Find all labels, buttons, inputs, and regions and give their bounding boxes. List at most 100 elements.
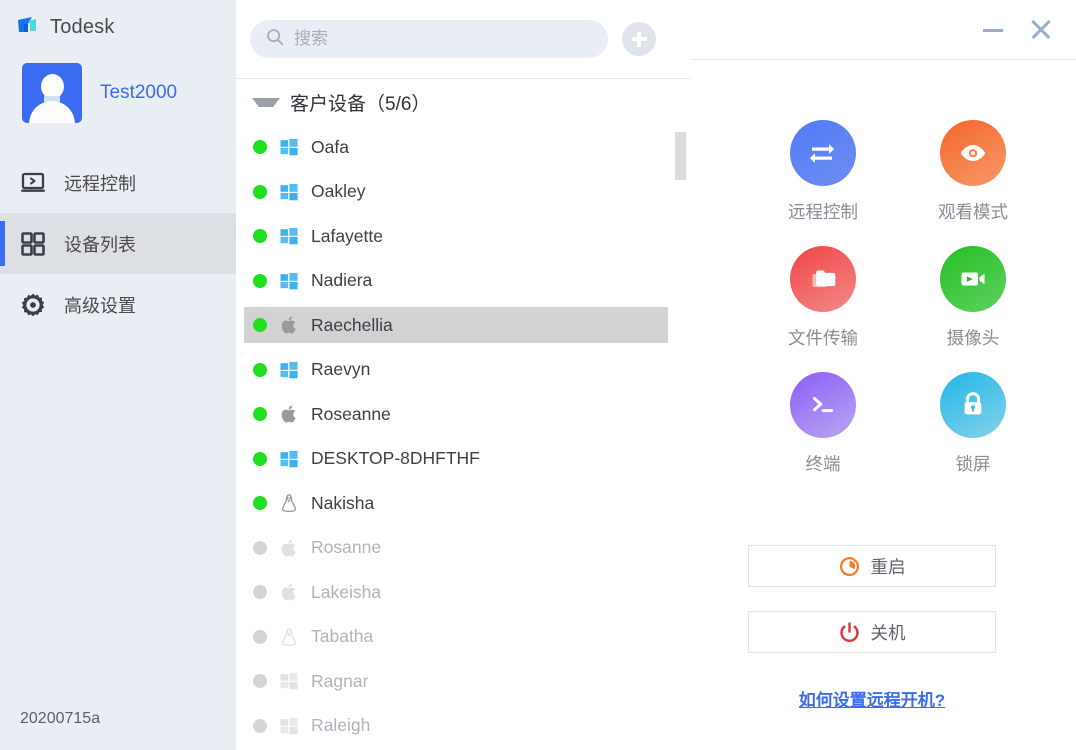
device-group-header[interactable]: 客户设备（5/6）	[236, 79, 690, 125]
status-dot-icon	[253, 674, 267, 688]
close-button[interactable]	[1028, 16, 1054, 42]
sidebar-item-advanced-settings[interactable]: 高级设置	[0, 274, 236, 335]
action-label: 远程控制	[788, 199, 858, 224]
device-list[interactable]: Oafa Oakley Lafayette Nadiera Raechellia Raev…	[236, 125, 690, 750]
sidebar-item-device-list[interactable]: 设备列表	[0, 213, 236, 274]
device-list-item[interactable]: Raleigh	[236, 704, 690, 749]
device-list-item[interactable]: DESKTOP-8DHFTHF	[236, 437, 690, 482]
terminal-icon	[790, 372, 856, 438]
profile[interactable]: Test2000	[22, 63, 177, 123]
device-list-item[interactable]: Rosanne	[236, 526, 690, 571]
device-name: Raechellia	[311, 315, 393, 336]
remote-wakeup-help-link[interactable]: 如何设置远程开机?	[748, 686, 996, 711]
action-terminal[interactable]: 终端	[748, 372, 898, 476]
action-label: 观看模式	[938, 199, 1008, 224]
device-list-item[interactable]: Oakley	[236, 170, 690, 215]
file-transfer-icon	[790, 246, 856, 312]
apple-icon	[279, 315, 299, 335]
status-dot-icon	[253, 585, 267, 599]
windows-icon	[279, 182, 299, 202]
device-name: Raleigh	[311, 715, 370, 736]
linux-icon	[279, 627, 299, 647]
avatar-body	[29, 101, 75, 123]
status-dot-icon	[253, 274, 267, 288]
search-box[interactable]	[250, 20, 608, 58]
todesk-logo-icon	[16, 15, 41, 40]
device-row-inner: Rosanne	[244, 530, 668, 566]
action-eye[interactable]: 观看模式	[898, 120, 1048, 224]
device-list-item[interactable]: Oafa	[236, 125, 690, 170]
apple-icon	[279, 538, 299, 558]
caret-down-icon[interactable]	[252, 98, 280, 107]
gear-icon	[20, 292, 46, 318]
device-row-inner: Oakley	[244, 174, 668, 210]
status-dot-icon	[253, 452, 267, 466]
sidebar-item-label: 高级设置	[64, 292, 136, 318]
device-row-inner: Raleigh	[244, 708, 668, 744]
shutdown-label: 关机	[871, 620, 906, 645]
device-name: Lakeisha	[311, 582, 381, 603]
action-panel: 远程控制 观看模式文件传输 摄像头终端锁屏 重启	[690, 0, 1076, 750]
camera-icon	[940, 246, 1006, 312]
action-file-transfer[interactable]: 文件传输	[748, 246, 898, 350]
windows-icon	[279, 271, 299, 291]
device-list-item[interactable]: Roseanne	[236, 392, 690, 437]
device-list-item[interactable]: Nadiera	[236, 259, 690, 304]
scrollbar-thumb[interactable]	[675, 132, 686, 180]
action-remote-control-arrows[interactable]: 远程控制	[748, 120, 898, 224]
action-label: 摄像头	[947, 325, 1000, 350]
search-input[interactable]	[292, 28, 586, 50]
lock-icon	[940, 372, 1006, 438]
device-list-item[interactable]: Lakeisha	[236, 570, 690, 615]
shutdown-button[interactable]: 关机	[748, 611, 996, 653]
device-row-inner: Nakisha	[244, 485, 668, 521]
device-name: Tabatha	[311, 626, 373, 647]
remote-control-icon	[20, 170, 46, 196]
device-list-item[interactable]: Tabatha	[236, 615, 690, 660]
device-list-scrollbar[interactable]	[675, 125, 686, 750]
minimize-button[interactable]	[980, 16, 1006, 42]
action-label: 文件传输	[788, 325, 858, 350]
status-dot-icon	[253, 496, 267, 510]
device-list-item[interactable]: Nakisha	[236, 481, 690, 526]
device-list-item[interactable]: Lafayette	[236, 214, 690, 259]
sidebar-item-remote-control[interactable]: 远程控制	[0, 152, 236, 213]
windows-icon	[279, 360, 299, 380]
apple-icon	[279, 404, 299, 424]
sidebar: Todesk Test2000 远程控制	[0, 0, 236, 750]
device-list-item[interactable]: Raevyn	[236, 348, 690, 393]
avatar	[22, 63, 82, 123]
device-list-item[interactable]: Raechellia	[236, 303, 690, 348]
brand: Todesk	[16, 10, 115, 44]
action-lock[interactable]: 锁屏	[898, 372, 1048, 476]
add-device-button[interactable]	[622, 22, 656, 56]
search-icon	[266, 28, 284, 51]
windows-icon	[279, 716, 299, 736]
device-row-inner: Oafa	[244, 129, 668, 165]
device-row-inner: Raevyn	[244, 352, 668, 388]
status-dot-icon	[253, 630, 267, 644]
username: Test2000	[100, 82, 177, 104]
device-name: Lafayette	[311, 226, 383, 247]
device-list-item[interactable]: Ragnar	[236, 659, 690, 704]
action-label: 锁屏	[956, 451, 991, 476]
device-row-inner: Nadiera	[244, 263, 668, 299]
status-dot-icon	[253, 185, 267, 199]
device-name: Nakisha	[311, 493, 374, 514]
linux-icon	[279, 493, 299, 513]
power-buttons: 重启 关机	[748, 545, 996, 677]
reboot-button[interactable]: 重启	[748, 545, 996, 587]
device-name: Oakley	[311, 181, 365, 202]
todesk-window: Todesk Test2000 远程控制	[0, 0, 1076, 750]
apple-icon	[279, 582, 299, 602]
device-name: Nadiera	[311, 270, 372, 291]
windows-icon	[279, 137, 299, 157]
device-name: DESKTOP-8DHFTHF	[311, 448, 480, 469]
device-name: Raevyn	[311, 359, 370, 380]
device-row-inner: Roseanne	[244, 396, 668, 432]
device-group-title: 客户设备（5/6）	[290, 89, 430, 116]
status-dot-icon	[253, 229, 267, 243]
action-camera[interactable]: 摄像头	[898, 246, 1048, 350]
status-dot-icon	[253, 719, 267, 733]
device-row-inner: Tabatha	[244, 619, 668, 655]
